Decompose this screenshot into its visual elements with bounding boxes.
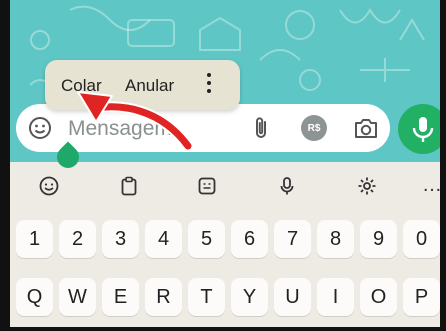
voice-message-button[interactable] [398,104,446,154]
emoji-icon[interactable] [39,176,59,196]
key-p[interactable]: P [403,278,440,316]
key-y[interactable]: Y [231,278,268,316]
key-0[interactable]: 0 [403,220,440,258]
key-o[interactable]: O [360,278,397,316]
settings-icon[interactable] [357,176,377,196]
key-1[interactable]: 1 [16,220,53,258]
key-4[interactable]: 4 [145,220,182,258]
key-q[interactable]: Q [16,278,53,316]
key-2[interactable]: 2 [59,220,96,258]
key-9[interactable]: 9 [360,220,397,258]
mic-icon [412,117,434,142]
camera-icon[interactable] [353,116,379,140]
more-tools-button[interactable]: … [422,174,443,197]
key-r[interactable]: R [145,278,182,316]
sticker-icon[interactable] [197,176,217,196]
paperclip-icon[interactable] [252,116,272,140]
message-input[interactable] [66,112,250,146]
key-e[interactable]: E [102,278,139,316]
clipboard-icon[interactable] [119,176,139,196]
key-i[interactable]: I [317,278,354,316]
mic-icon[interactable] [277,176,297,196]
key-8[interactable]: 8 [317,220,354,258]
keyboard: … 1 2 3 4 5 6 7 8 9 0 Q W E R T Y U I O … [10,162,443,331]
payment-button[interactable]: R$ [301,115,327,141]
vertical-dots-icon[interactable] [205,73,213,97]
key-3[interactable]: 3 [102,220,139,258]
paste-button[interactable]: Colar [61,76,102,96]
key-6[interactable]: 6 [231,220,268,258]
keyboard-toolbar: … [10,162,443,210]
key-t[interactable]: T [188,278,225,316]
key-u[interactable]: U [274,278,311,316]
key-7[interactable]: 7 [274,220,311,258]
key-w[interactable]: W [59,278,96,316]
key-5[interactable]: 5 [188,220,225,258]
undo-button[interactable]: Anular [125,76,174,96]
emoji-icon[interactable] [28,116,52,140]
